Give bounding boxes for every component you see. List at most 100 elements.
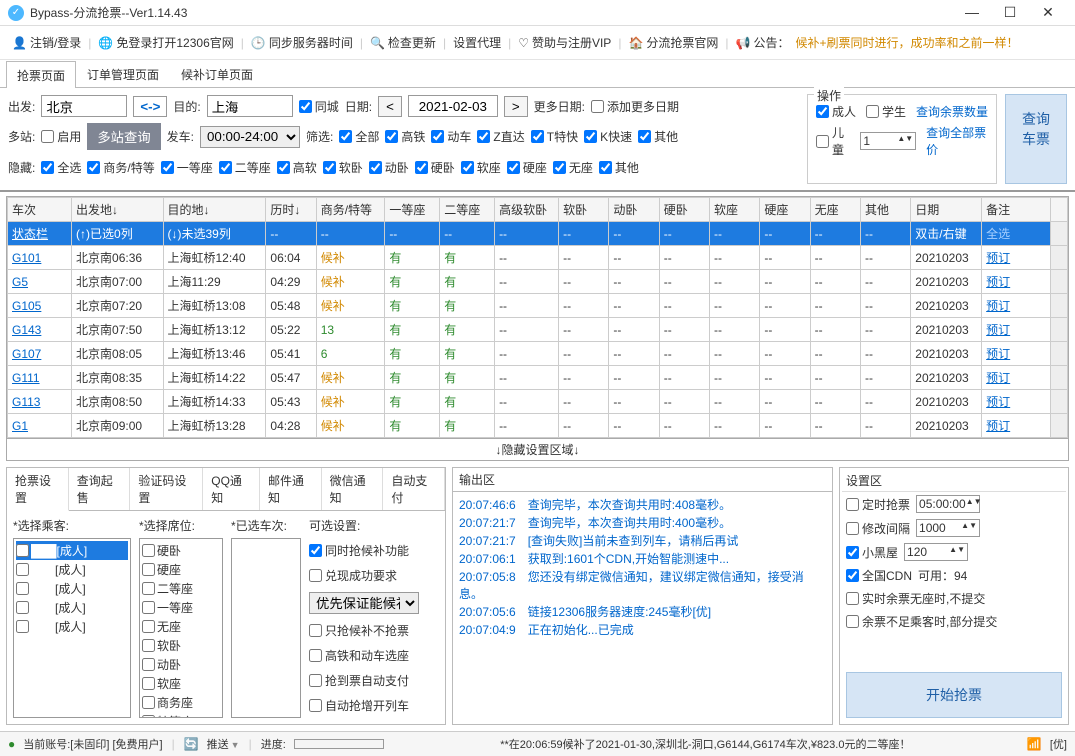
to-input[interactable] bbox=[207, 95, 293, 117]
tab-grab[interactable]: 抢票页面 bbox=[6, 61, 76, 88]
hide-second[interactable]: 二等座 bbox=[219, 159, 271, 176]
hide-yingzuo[interactable]: 硬座 bbox=[507, 159, 547, 176]
student-checkbox[interactable]: 学生 bbox=[866, 103, 906, 120]
seat-item[interactable]: 动卧 bbox=[142, 655, 220, 674]
filter-zdirect[interactable]: Z直达 bbox=[477, 128, 524, 145]
opt-duixian[interactable]: 兑现成功要求 bbox=[309, 567, 419, 584]
train-list[interactable] bbox=[231, 538, 301, 718]
train-row[interactable]: G143北京南07:50上海虹桥13:1205:2213有有----------… bbox=[8, 318, 1068, 342]
hide-other[interactable]: 其他 bbox=[599, 159, 639, 176]
grid-header[interactable]: 其他 bbox=[860, 198, 910, 222]
interval-value[interactable]: 1000▲▼ bbox=[916, 519, 980, 537]
grid-header[interactable]: 软座 bbox=[710, 198, 760, 222]
child-count-spinner[interactable]: 1▲▼ bbox=[860, 132, 916, 150]
seat-item[interactable]: 软座 bbox=[142, 674, 220, 693]
hide-ruanwo[interactable]: 软卧 bbox=[323, 159, 363, 176]
swap-button[interactable]: <-> bbox=[133, 96, 167, 117]
date-input[interactable] bbox=[408, 95, 498, 117]
settings-tab[interactable]: 查询起售 bbox=[69, 468, 131, 510]
train-row[interactable]: G105北京南07:20上海虹桥13:0805:48候补有有----------… bbox=[8, 294, 1068, 318]
insuff-checkbox[interactable]: 余票不足乘客时,部分提交 bbox=[846, 613, 997, 630]
opt-auto-pay[interactable]: 抢到票自动支付 bbox=[309, 672, 419, 689]
grid-header[interactable]: 一等座 bbox=[385, 198, 440, 222]
grid-header[interactable]: 出发地↓ bbox=[72, 198, 163, 222]
query-remain-link[interactable]: 查询余票数量 bbox=[916, 103, 988, 120]
grid-header[interactable]: 硬座 bbox=[760, 198, 810, 222]
seat-item[interactable]: 商务座 bbox=[142, 693, 220, 712]
grid-header[interactable]: 备注 bbox=[982, 198, 1051, 222]
hide-gaoruan[interactable]: 高软 bbox=[277, 159, 317, 176]
passenger-list[interactable]: ███[成人] [成人] [成人] [成人] [成人] bbox=[13, 538, 131, 718]
settings-tab[interactable]: QQ通知 bbox=[203, 468, 260, 510]
grid-header[interactable]: 无座 bbox=[810, 198, 860, 222]
multi-enable-checkbox[interactable]: 启用 bbox=[41, 128, 81, 145]
filter-all[interactable]: 全部 bbox=[339, 128, 379, 145]
seat-item[interactable]: 无座 bbox=[142, 617, 220, 636]
grid-header[interactable]: 历时↓ bbox=[266, 198, 316, 222]
settings-tab[interactable]: 微信通知 bbox=[322, 468, 384, 510]
opt-auto-extra[interactable]: 自动抢增开列车 bbox=[309, 697, 419, 714]
train-row[interactable]: G5北京南07:00上海11:2904:29候补有有--------------… bbox=[8, 270, 1068, 294]
grid-header[interactable]: 商务/特等 bbox=[316, 198, 385, 222]
hide-wuzuo[interactable]: 无座 bbox=[553, 159, 593, 176]
train-row[interactable]: G1北京南09:00上海虹桥13:2804:28候补有有------------… bbox=[8, 414, 1068, 438]
official-site-button[interactable]: 🏠分流抢票官网 bbox=[624, 32, 722, 53]
adult-checkbox[interactable]: 成人 bbox=[816, 103, 856, 120]
multi-query-button[interactable]: 多站查询 bbox=[87, 123, 160, 150]
minimize-button[interactable]: — bbox=[953, 4, 991, 21]
passenger-item[interactable]: [成人] bbox=[16, 560, 128, 579]
from-input[interactable] bbox=[41, 95, 127, 117]
settings-tab[interactable]: 邮件通知 bbox=[260, 468, 322, 510]
filter-gaotie[interactable]: 高铁 bbox=[385, 128, 425, 145]
blackroom-value[interactable]: 120▲▼ bbox=[904, 543, 968, 561]
filter-other[interactable]: 其他 bbox=[638, 128, 678, 145]
hide-biz[interactable]: 商务/特等 bbox=[87, 159, 154, 176]
open-12306-button[interactable]: 🌐免登录打开12306官网 bbox=[94, 32, 237, 53]
grid-header[interactable]: 日期 bbox=[911, 198, 982, 222]
date-prev-button[interactable]: < bbox=[378, 96, 402, 117]
depart-select[interactable]: 00:00-24:00 bbox=[200, 126, 300, 148]
passenger-item[interactable]: [成人] bbox=[16, 579, 128, 598]
seat-item[interactable]: 特等座 bbox=[142, 712, 220, 718]
hide-ruanzuo[interactable]: 软座 bbox=[461, 159, 501, 176]
grid-header[interactable]: 二等座 bbox=[440, 198, 495, 222]
train-row[interactable]: G107北京南08:05上海虹桥13:4605:416有有-----------… bbox=[8, 342, 1068, 366]
settings-tab[interactable]: 验证码设置 bbox=[130, 468, 203, 510]
opt-only-houbu[interactable]: 只抢候补不抢票 bbox=[309, 622, 419, 639]
tab-orders[interactable]: 订单管理页面 bbox=[76, 60, 170, 87]
cdn-checkbox[interactable]: 全国CDN bbox=[846, 567, 912, 584]
child-checkbox[interactable]: 儿童 bbox=[816, 124, 850, 158]
donate-vip-button[interactable]: ♡赞助与注册VIP bbox=[514, 32, 615, 53]
sync-time-button[interactable]: 🕒同步服务器时间 bbox=[247, 32, 357, 53]
filter-tkuai[interactable]: T特快 bbox=[531, 128, 578, 145]
logout-login-button[interactable]: 👤注销/登录 bbox=[8, 32, 85, 53]
hide-first[interactable]: 一等座 bbox=[161, 159, 213, 176]
grid-header[interactable]: 动卧 bbox=[609, 198, 659, 222]
grid-header[interactable]: 车次 bbox=[8, 198, 72, 222]
check-update-button[interactable]: 🔍检查更新 bbox=[366, 32, 440, 53]
train-row[interactable]: G101北京南06:36上海虹桥12:4006:04候补有有----------… bbox=[8, 246, 1068, 270]
hide-yingwo[interactable]: 硬卧 bbox=[415, 159, 455, 176]
add-more-date-checkbox[interactable]: 添加更多日期 bbox=[591, 98, 679, 115]
grid-header[interactable]: 高级软卧 bbox=[495, 198, 559, 222]
grid-header[interactable]: 软卧 bbox=[559, 198, 609, 222]
seat-item[interactable]: 硬卧 bbox=[142, 541, 220, 560]
settings-tab[interactable]: 抢票设置 bbox=[7, 468, 69, 511]
seat-item[interactable]: 软卧 bbox=[142, 636, 220, 655]
filter-kkuai[interactable]: K快速 bbox=[584, 128, 632, 145]
seat-item[interactable]: 二等座 bbox=[142, 579, 220, 598]
tab-waitlist[interactable]: 候补订单页面 bbox=[170, 60, 264, 87]
hide-settings-bar[interactable]: ↓隐藏设置区域↓ bbox=[6, 439, 1069, 461]
start-grab-button[interactable]: 开始抢票 bbox=[846, 672, 1062, 718]
proxy-button[interactable]: 设置代理 bbox=[449, 32, 505, 53]
passenger-item[interactable]: [成人] bbox=[16, 598, 128, 617]
hide-dongwo[interactable]: 动卧 bbox=[369, 159, 409, 176]
train-row[interactable]: G111北京南08:35上海虹桥14:2205:47候补有有----------… bbox=[8, 366, 1068, 390]
same-city-checkbox[interactable]: 同城 bbox=[299, 98, 339, 115]
status-row[interactable]: 状态栏(↑)已选0列(↓)未选39列----------------------… bbox=[8, 222, 1068, 246]
hide-all[interactable]: 全选 bbox=[41, 159, 81, 176]
filter-dongche[interactable]: 动车 bbox=[431, 128, 471, 145]
blackroom-checkbox[interactable]: 小黑屋 bbox=[846, 544, 898, 561]
seat-item[interactable]: 硬座 bbox=[142, 560, 220, 579]
opt-seat-select[interactable]: 高铁和动车选座 bbox=[309, 647, 419, 664]
